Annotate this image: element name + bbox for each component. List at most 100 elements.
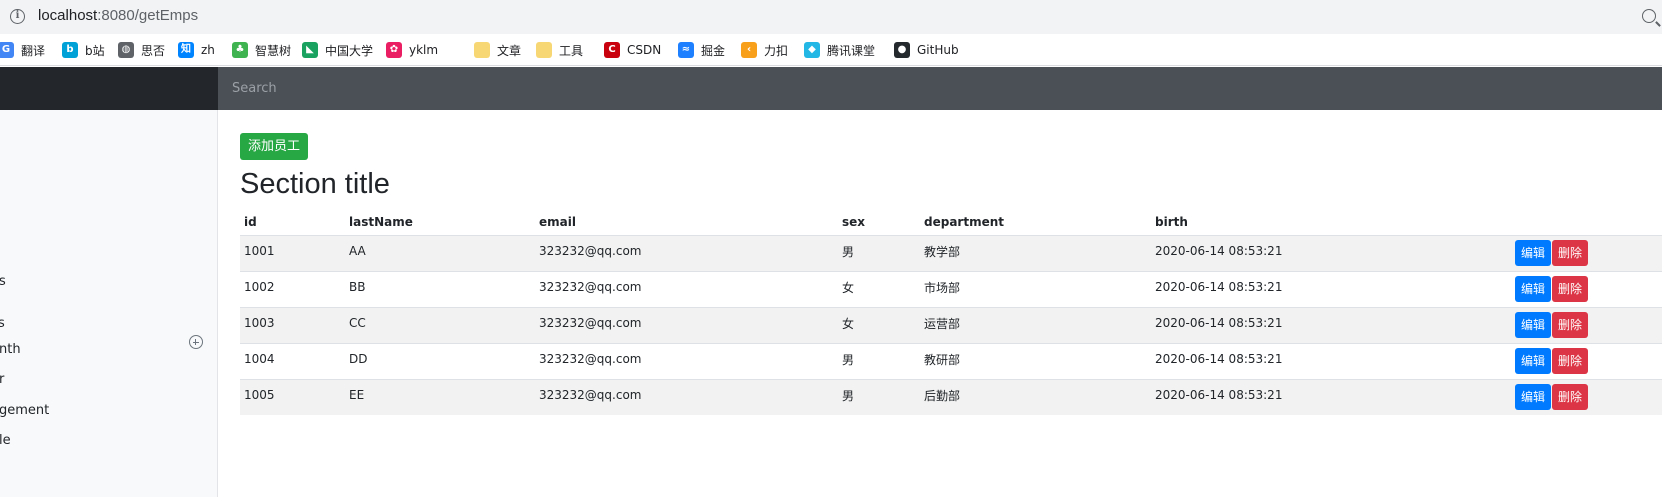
delete-button[interactable]: 删除 [1552, 276, 1589, 302]
col-header-id[interactable]: id [240, 209, 345, 236]
top-navbar: Search [0, 67, 1662, 110]
cell-department: 教研部 [920, 342, 1151, 379]
cell-email: 323232@qq.com [535, 270, 838, 307]
bookmark-item[interactable]: 工具 [536, 41, 583, 59]
sidebar-item[interactable]: s [0, 274, 6, 289]
edit-button[interactable]: 编辑 [1515, 384, 1552, 411]
cell-text: 323232@qq.com [539, 280, 642, 294]
bookmark-item[interactable]: 知 zh [178, 41, 215, 59]
bookmark-label: 掘金 [701, 43, 726, 58]
bookmark-item[interactable]: ● GitHub [894, 41, 959, 59]
col-header-email[interactable]: email [535, 209, 838, 236]
url-path: :8080/getEmps [97, 7, 199, 24]
cell-department: 运营部 [920, 306, 1151, 343]
bookmark-item[interactable]: ◍ 思否 [118, 41, 165, 59]
bookmark-item[interactable]: b b站 [62, 41, 105, 59]
bilibili-icon: b [62, 42, 78, 58]
cell-text: 323232@qq.com [539, 316, 642, 330]
cell-text: EE [349, 388, 365, 403]
cell-text: 323232@qq.com [539, 352, 642, 366]
bookmark-item[interactable]: ‹ 力扣 [741, 41, 788, 59]
bookmark-label: 中国大学 [325, 43, 374, 58]
delete-button[interactable]: 删除 [1552, 348, 1589, 374]
cell-sex: 男 [838, 342, 920, 379]
cell-id: 1003 [240, 306, 345, 343]
delete-button[interactable]: 删除 [1552, 312, 1589, 338]
bookmark-label: b站 [85, 43, 105, 58]
cell-sex: 女 [838, 306, 920, 343]
cell-text: 男 [842, 244, 855, 259]
bookmark-label: yklm [409, 43, 439, 57]
address-bar[interactable]: i localhost:8080/getEmps [0, 0, 1662, 34]
yklm-icon: ✿ [386, 42, 402, 58]
add-employee-button[interactable]: 添加员工 [240, 133, 309, 160]
bookmark-item[interactable]: 文章 [474, 41, 521, 59]
table-row: 1001 AA 323232@qq.com 男 教学部 2020-06-14 08:53:… [240, 234, 1662, 271]
cell-id: 1002 [240, 270, 345, 307]
cell-id: 1001 [240, 234, 345, 271]
cell-text: 男 [842, 352, 855, 367]
cell-text: AA [349, 244, 366, 258]
cell-department: 教学部 [920, 234, 1151, 271]
table-row: 1002 BB 323232@qq.com 女 市场部 2020-06-14 08:53:… [240, 270, 1662, 307]
bookmark-item[interactable]: ✿ yklm [386, 41, 438, 59]
bookmark-item[interactable]: C CSDN [604, 41, 661, 59]
cell-actions: 编辑 删除 [1511, 270, 1662, 307]
cell-actions: 编辑 删除 [1511, 306, 1662, 343]
bookmark-item[interactable]: ◣ 中国大学 [302, 41, 373, 59]
cell-text: 1003 [244, 316, 275, 330]
col-header-birth[interactable]: birth [1151, 209, 1511, 236]
col-header-lastname[interactable]: lastName [345, 209, 535, 236]
bookmark-item[interactable]: ◆ 腾讯课堂 [804, 41, 875, 59]
add-report-icon[interactable] [189, 335, 203, 349]
cell-birth: 2020-06-14 08:53:21 [1151, 342, 1511, 379]
folder-icon [536, 42, 552, 58]
employee-table: id lastName email sex department birth 1… [240, 209, 1662, 415]
cell-text: 后勤部 [924, 388, 961, 403]
sidebar-item[interactable]: gement [0, 403, 49, 418]
cell-lastname: DD [345, 342, 535, 379]
bookmark-label: 力扣 [764, 43, 789, 58]
sidebar-item[interactable]: r [0, 372, 4, 387]
cell-department: 市场部 [920, 270, 1151, 307]
cell-actions: 编辑 删除 [1511, 234, 1662, 271]
bookmark-item[interactable]: ≈ 掘金 [678, 41, 725, 59]
bookmark-label: 工具 [559, 43, 584, 58]
navbar-brand[interactable] [0, 67, 218, 110]
cell-text: 1004 [244, 352, 275, 366]
col-header-department[interactable]: department [920, 209, 1151, 236]
bookmark-item[interactable]: ♣ 智慧树 [232, 41, 291, 59]
juejin-icon: ≈ [678, 42, 694, 58]
cell-text: BB [349, 280, 366, 294]
cell-birth: 2020-06-14 08:53:21 [1151, 234, 1511, 271]
cell-text: 男 [842, 388, 855, 403]
delete-button[interactable]: 删除 [1552, 240, 1589, 266]
cell-text: 1005 [244, 388, 275, 403]
sidebar-item[interactable]: nth [0, 342, 21, 357]
search-input[interactable]: Search [218, 67, 1662, 110]
bookmark-label: CSDN [627, 43, 662, 57]
col-header-sex[interactable]: sex [838, 209, 920, 236]
cell-text: 2020-06-14 08:53:21 [1155, 244, 1283, 258]
site-info-icon[interactable]: i [10, 9, 25, 24]
bookmark-item[interactable]: G 翻译 [0, 41, 45, 59]
csdn-icon: C [604, 42, 620, 58]
edit-button[interactable]: 编辑 [1515, 276, 1552, 302]
page-title: Section title [240, 168, 390, 200]
cell-text: 市场部 [924, 280, 961, 295]
bookmark-label: 翻译 [21, 43, 46, 58]
cell-actions: 编辑 删除 [1511, 342, 1662, 379]
cell-text: 女 [842, 316, 855, 331]
delete-button[interactable]: 删除 [1552, 384, 1589, 411]
sidebar-heading: s [0, 316, 5, 331]
edit-button[interactable]: 编辑 [1515, 348, 1552, 374]
bookmark-label: 文章 [497, 43, 522, 58]
edit-button[interactable]: 编辑 [1515, 312, 1552, 338]
sidebar-item[interactable]: le [0, 433, 11, 448]
url-text[interactable]: localhost:8080/getEmps [38, 7, 198, 24]
globe-icon: ◍ [118, 42, 134, 58]
tencent-class-icon: ◆ [804, 42, 820, 58]
zoom-icon[interactable] [1642, 9, 1656, 23]
bookmark-label: 智慧树 [255, 43, 292, 58]
edit-button[interactable]: 编辑 [1515, 240, 1552, 266]
